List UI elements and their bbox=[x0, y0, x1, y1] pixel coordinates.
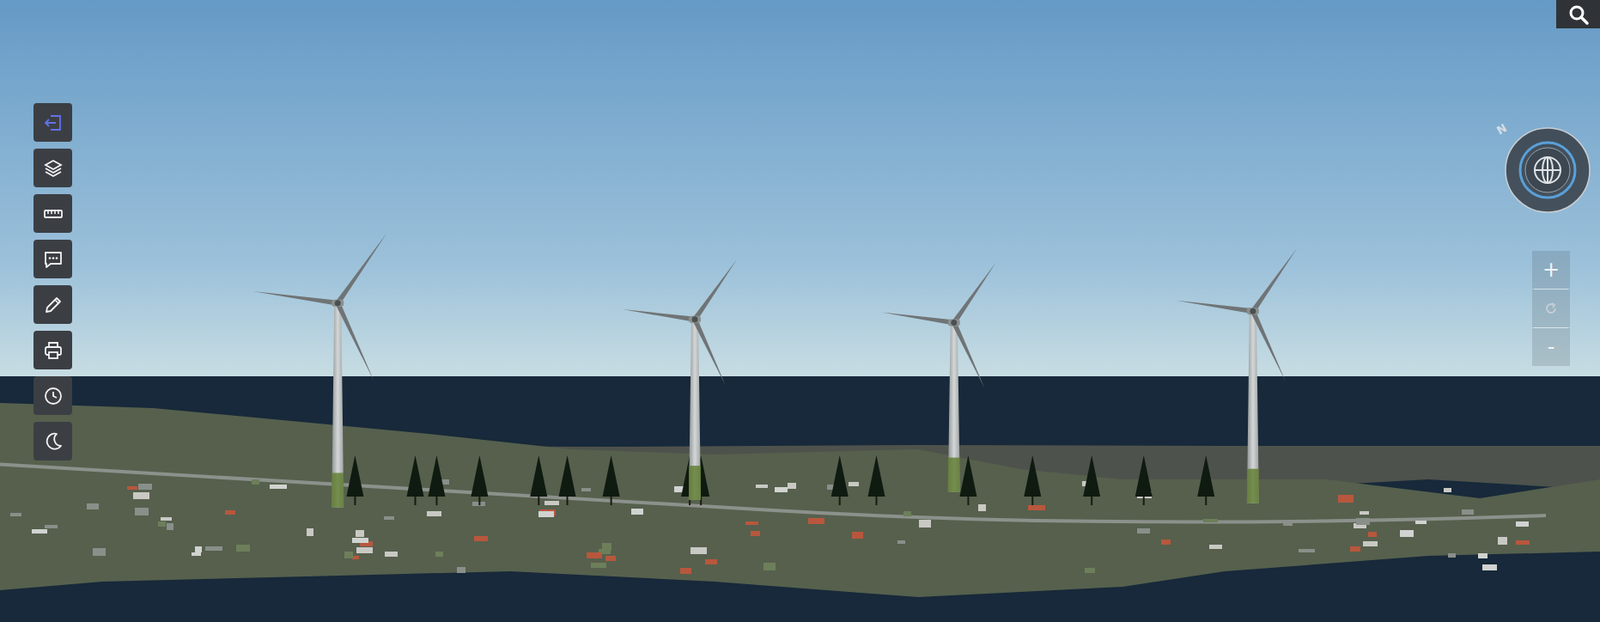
comment-button[interactable] bbox=[33, 239, 73, 279]
reset-view-button[interactable] bbox=[1532, 289, 1570, 328]
measure-button[interactable] bbox=[33, 194, 73, 233]
map-view[interactable] bbox=[0, 0, 1600, 622]
printer-icon bbox=[42, 339, 65, 362]
time-button[interactable] bbox=[33, 376, 73, 415]
pencil-icon bbox=[42, 293, 65, 317]
zoom-in-button[interactable]: + bbox=[1532, 250, 1570, 289]
layers-button[interactable] bbox=[33, 148, 73, 188]
layers-icon bbox=[42, 157, 65, 180]
ruler-icon bbox=[42, 202, 65, 226]
night-button[interactable] bbox=[33, 421, 73, 461]
toolbar bbox=[33, 103, 73, 461]
search-button[interactable] bbox=[1556, 0, 1600, 29]
draw-button[interactable] bbox=[33, 285, 73, 324]
compass-ring-icon bbox=[1503, 126, 1592, 214]
moon-icon bbox=[42, 430, 65, 453]
exit-button[interactable] bbox=[33, 103, 73, 142]
refresh-icon bbox=[1543, 300, 1559, 317]
exit-icon bbox=[42, 111, 65, 134]
zoom-controls: +- bbox=[1532, 250, 1570, 366]
compass[interactable]: N bbox=[1503, 126, 1592, 214]
speech-bubble-icon bbox=[42, 248, 65, 271]
print-button[interactable] bbox=[33, 330, 73, 370]
clock-icon bbox=[42, 384, 65, 408]
zoom-out-button[interactable]: - bbox=[1532, 328, 1570, 366]
magnifier-icon bbox=[1567, 3, 1590, 26]
